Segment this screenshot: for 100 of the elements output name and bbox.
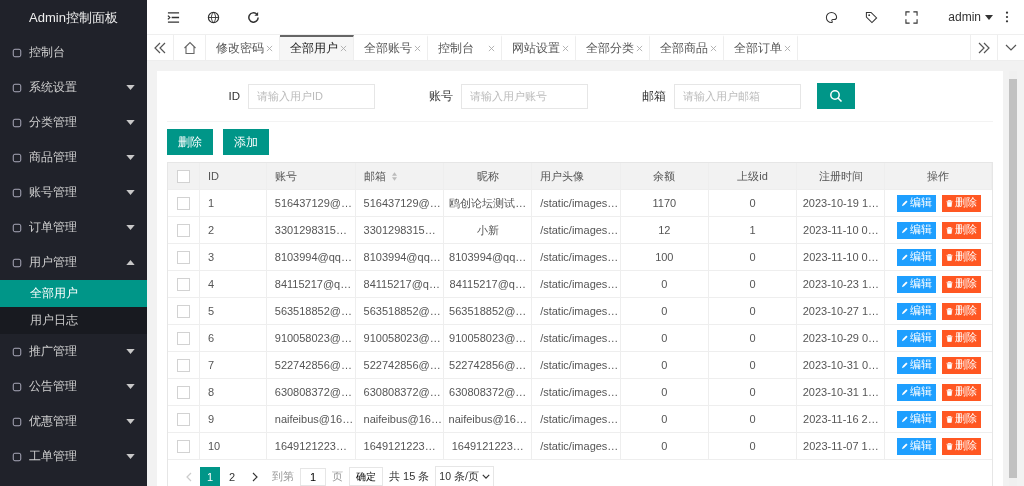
table-cell: 5 (207, 305, 215, 317)
table-cell: naifeibus@16… (274, 413, 354, 425)
sidebar-subitem[interactable]: 用户日志 (0, 307, 147, 334)
table-cell: 2023-11-07 1… (803, 440, 879, 452)
page-input[interactable]: 1 (300, 467, 326, 486)
table-cell: 2023-10-31 1… (802, 386, 880, 398)
table-cell: /static/images… (540, 197, 619, 209)
page-unit-label: 页 (332, 469, 343, 484)
table-cell: naifeibus@16… (363, 413, 442, 425)
table-cell: 6 (207, 332, 215, 344)
page-size-select[interactable]: 10 条/页 (435, 466, 494, 486)
sidebar-item[interactable]: 用户管理 (0, 245, 147, 280)
table-cell: 0 (749, 197, 756, 209)
sidebar-item[interactable]: 订单管理 (0, 210, 147, 245)
table-cell: 8103994@qq… (449, 251, 527, 263)
total-count: 共 15 条 (389, 469, 430, 484)
table-cell: 1649121223… (363, 440, 436, 452)
table-cell: 小新 (476, 222, 499, 238)
table-cell: 2023-10-23 1… (802, 278, 880, 290)
table-cell: 3 (207, 251, 215, 263)
sidebar-item[interactable]: 控制台 (0, 35, 147, 70)
user-menu[interactable]: admin (948, 10, 981, 24)
confirm-button[interactable]: 确定 (349, 467, 383, 486)
table-cell: 563518852@… (449, 305, 527, 317)
table-cell: 1 (749, 224, 756, 236)
table-cell: 8103994@qq… (363, 251, 441, 263)
sidebar-item[interactable]: 推广管理 (0, 334, 147, 369)
table-cell: 910058023@… (363, 332, 441, 344)
table-cell: /static/images… (540, 278, 619, 290)
column-header: 昵称 (476, 168, 499, 184)
sidebar-item[interactable]: 分类管理 (0, 105, 147, 140)
search-field[interactable]: 请输入用户ID (248, 83, 375, 109)
sidebar-item[interactable]: 工单管理 (0, 439, 147, 474)
table-cell: 0 (749, 386, 756, 398)
table-cell: 2023-11-10 0… (803, 224, 879, 236)
table-cell: 0 (661, 305, 668, 317)
table-cell: 0 (661, 386, 668, 398)
table-cell: 2023-10-29 0… (802, 332, 880, 344)
table-cell: 910058023@… (274, 332, 352, 344)
table-cell: 516437129@… (363, 197, 441, 209)
table-cell: 100 (655, 251, 674, 263)
table-cell: 9 (207, 413, 215, 425)
sidebar-item[interactable]: 账号管理 (0, 175, 147, 210)
table-cell: /static/images… (540, 251, 619, 263)
table-cell: 1649121223… (274, 440, 347, 452)
table-cell: 8 (207, 386, 215, 398)
table-cell: 522742856@… (274, 359, 352, 371)
table-cell: 0 (749, 332, 756, 344)
page-number[interactable]: 1 (200, 467, 220, 486)
table-cell: 鸥创论坛测试… (449, 195, 527, 211)
table-cell: /static/images… (540, 413, 619, 425)
table-cell: /static/images… (540, 440, 619, 452)
table-cell: /static/images… (540, 305, 619, 317)
table-cell: 84115217@q… (274, 278, 352, 290)
table-cell: 0 (749, 305, 756, 317)
table-cell: 2023-11-16 2… (803, 413, 879, 425)
page-tab[interactable]: 全部账号 (354, 35, 428, 60)
table-cell: 8103994@qq… (274, 251, 352, 263)
table-cell: 1 (207, 197, 215, 209)
table-cell: /static/images… (540, 359, 619, 371)
field-label: 账号 (428, 88, 453, 104)
table-cell: 630808372@… (274, 386, 352, 398)
sidebar-item[interactable]: 优惠管理 (0, 404, 147, 439)
page-tab[interactable]: 控制台 (428, 35, 502, 60)
sidebar-subitem[interactable]: 全部用户 (0, 280, 147, 307)
sidebar-item[interactable]: 公告管理 (0, 369, 147, 404)
app-title: Admin控制面板 (28, 8, 119, 27)
sidebar-item[interactable]: 系统设置 (0, 70, 147, 105)
page-tab[interactable]: 全部订单 (724, 35, 798, 60)
table-cell: 0 (661, 278, 668, 290)
sidebar-item[interactable]: 商品管理 (0, 140, 147, 175)
table-cell: 0 (749, 251, 756, 263)
table-cell: 0 (661, 413, 668, 425)
search-field[interactable]: 请输入用户邮箱 (674, 83, 801, 109)
table-cell: 7 (207, 359, 215, 371)
table-cell: 0 (661, 332, 668, 344)
action-button[interactable]: 添加 (223, 129, 269, 155)
table-cell: 2023-10-31 0… (802, 359, 880, 371)
page-tab[interactable]: 全部分类 (576, 35, 650, 60)
table-cell: 0 (749, 359, 756, 371)
table-cell: 4 (207, 278, 215, 290)
table-cell: 2 (207, 224, 215, 236)
column-header: 注册时间 (818, 168, 863, 184)
table-cell: 3301298315… (274, 224, 347, 236)
table-cell: 0 (749, 413, 756, 425)
table-cell: 2023-11-10 0… (803, 251, 879, 263)
table-cell: 516437129@… (274, 197, 352, 209)
table-cell: 910058023@… (449, 332, 527, 344)
page-tab[interactable]: 网站设置 (502, 35, 576, 60)
page-tab[interactable]: 全部商品 (650, 35, 724, 60)
page-tab[interactable]: 全部用户 (280, 35, 354, 60)
action-button[interactable]: 删除 (167, 129, 213, 155)
table-cell: 2023-10-27 1… (802, 305, 880, 317)
column-header: 上级id (737, 168, 768, 184)
table-cell: 10 (207, 440, 221, 452)
table-cell: 0 (749, 278, 756, 290)
table-cell: 12 (658, 224, 671, 236)
page-number[interactable]: 2 (222, 467, 242, 486)
table-cell: 1649121223… (451, 440, 524, 452)
table-cell: 0 (661, 359, 668, 371)
